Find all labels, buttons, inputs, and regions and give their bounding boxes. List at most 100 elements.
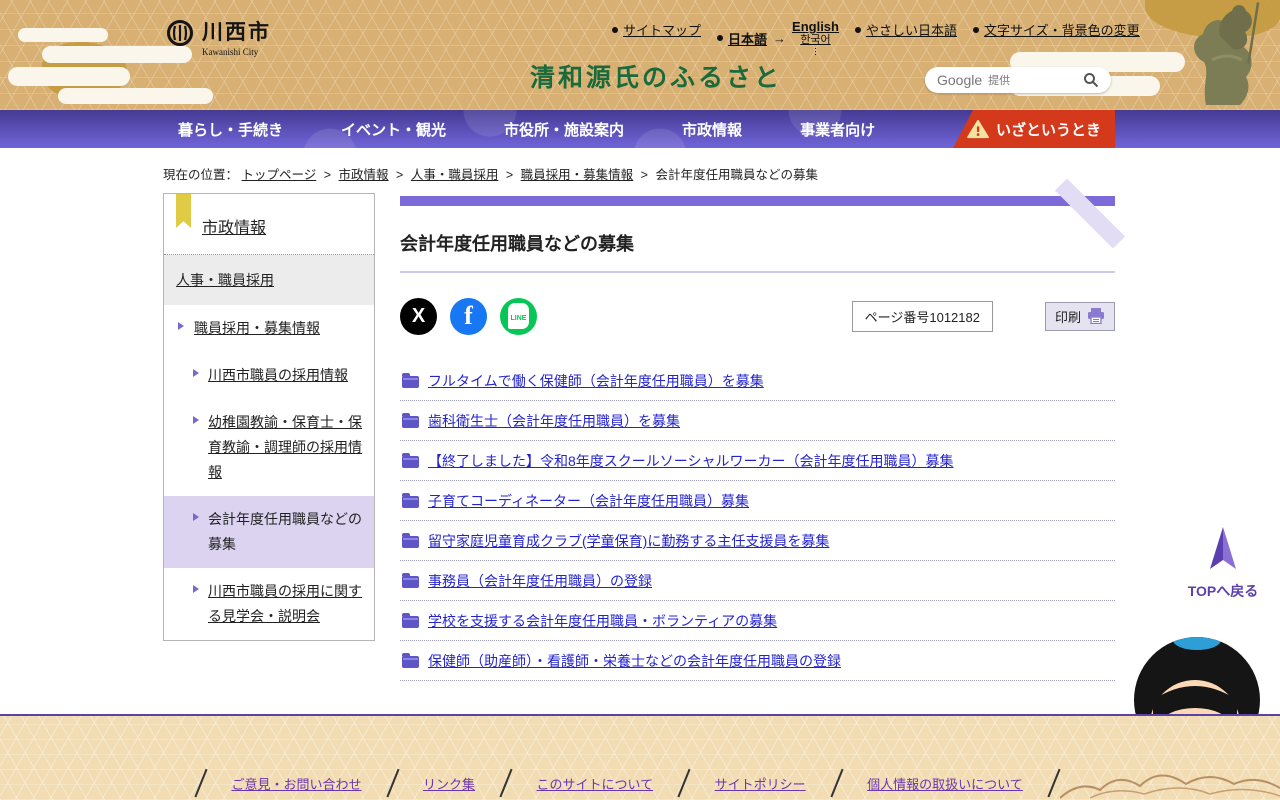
recruitment-link[interactable]: 子育てコーディネーター（会計年度任用職員）募集 — [428, 491, 749, 511]
language-selector[interactable]: 日本語 → English 한국어 — [717, 19, 839, 57]
site-name: 川西市 — [202, 21, 271, 44]
recruitment-link[interactable]: 留守家庭児童育成クラブ(学童保育)に勤務する主任支援員を募集 — [428, 531, 829, 551]
mountain-sketch-decoration — [1060, 774, 1280, 799]
sidebar: 市政情報 人事・職員採用 職員採用・募集情報 川西市職員の採用情報 幼稚園教諭・… — [163, 193, 375, 641]
search-provider-label: Google — [937, 72, 983, 88]
triangle-icon — [193, 369, 199, 377]
list-item: 【終了しました】令和8年度スクールソーシャルワーカー（会計年度任用職員）募集 — [400, 441, 1115, 481]
easy-japanese-link[interactable]: やさしい日本語 — [854, 20, 957, 39]
print-label: 印刷 — [1054, 309, 1081, 325]
recruitment-link[interactable]: フルタイムで働く保健師（会計年度任用職員）を募集 — [428, 371, 764, 391]
footer-link-contact[interactable]: ご意見・お問い合わせ — [232, 774, 362, 793]
slash-divider — [677, 768, 691, 798]
breadcrumb-current: 会計年度任用職員などの募集 — [655, 168, 818, 182]
sidebar-item-saiyo-joho[interactable]: 川西市職員の採用情報 — [164, 352, 374, 399]
recruitment-link[interactable]: 【終了しました】令和8年度スクールソーシャルワーカー（会計年度任用職員）募集 — [428, 451, 954, 471]
footer-link-about[interactable]: このサイトについて — [537, 774, 654, 793]
bullet-icon — [717, 35, 724, 42]
recruitment-link[interactable]: 保健師（助産師）・看護師・栄養士などの会計年度任用職員の登録 — [428, 651, 841, 671]
footer-link-privacy[interactable]: 個人情報の取扱いについて — [867, 774, 1023, 793]
list-item: 事務員（会計年度任用職員）の登録 — [400, 561, 1115, 601]
sidebar-item-kengakukai[interactable]: 川西市職員の採用に関する見学会・説明会 — [164, 568, 374, 640]
nav-item-jigyosha[interactable]: 事業者向け — [800, 119, 875, 140]
list-item: 子育てコーディネーター（会計年度任用職員）募集 — [400, 481, 1115, 521]
cloud-decoration — [8, 67, 130, 86]
sitemap-link[interactable]: サイトマップ — [612, 20, 701, 39]
line-icon: LINE — [507, 303, 530, 329]
folder-icon — [402, 572, 419, 588]
search-provided-label: 提供 — [988, 75, 1011, 87]
folder-icon — [402, 492, 419, 508]
footer-link-links[interactable]: リンク集 — [423, 774, 475, 793]
cloud-decoration — [18, 28, 108, 42]
folder-icon — [402, 372, 419, 388]
sidebar-parent-link[interactable]: 人事・職員採用 — [176, 272, 274, 288]
recruitment-link[interactable]: 学校を支援する会計年度任用職員・ボランティアの募集 — [428, 611, 777, 631]
triangle-icon — [193, 513, 199, 521]
text-size-link[interactable]: 文字サイズ・背景色の変更 — [973, 20, 1140, 39]
breadcrumb-link-jinji[interactable]: 人事・職員採用 — [411, 168, 499, 182]
facebook-icon: f — [464, 301, 473, 330]
bullet-icon — [973, 26, 979, 33]
sidebar-header: 市政情報 — [164, 194, 374, 255]
breadcrumb-link-saiyo[interactable]: 職員採用・募集情報 — [521, 168, 634, 182]
footer-link-policy[interactable]: サイトポリシー — [715, 774, 806, 793]
bookmark-ribbon-icon — [176, 194, 191, 228]
x-icon: X — [411, 304, 426, 327]
emergency-label: いざというとき — [995, 121, 1101, 139]
search-icon[interactable] — [1083, 72, 1099, 88]
sidebar-item-yochien[interactable]: 幼稚園教諭・保育士・保育教諭・調理師の採用情報 — [164, 399, 374, 496]
site-logo[interactable]: 川西市 Kawanishi City — [166, 16, 271, 57]
list-item: 歯科衛生士（会計年度任用職員）を募集 — [400, 401, 1115, 441]
emergency-button[interactable]: いざというとき — [953, 110, 1115, 148]
sidebar-item-kaikei-current[interactable]: 会計年度任用職員などの募集 — [164, 496, 374, 568]
slash-divider — [194, 768, 208, 798]
recruitment-link[interactable]: 事務員（会計年度任用職員）の登録 — [428, 571, 652, 591]
samurai-statue-image — [1194, 2, 1260, 105]
text-size-label[interactable]: 文字サイズ・背景色の変更 — [984, 20, 1140, 39]
language-english[interactable]: English — [792, 19, 839, 34]
triangle-icon — [178, 322, 184, 330]
nav-item-event[interactable]: イベント・観光 — [341, 119, 446, 140]
line-share-button[interactable]: LINE — [500, 297, 537, 335]
language-current[interactable]: 日本語 — [728, 29, 767, 48]
slash-divider — [830, 768, 843, 798]
x-share-button[interactable]: X — [400, 297, 437, 335]
recruitment-link[interactable]: 歯科衛生士（会計年度任用職員）を募集 — [428, 411, 680, 431]
page-number-badge: ページ番号1012182 — [851, 300, 993, 332]
site-header: 川西市 Kawanishi City 清和源氏のふるさと サイトマップ 日本語 … — [0, 0, 1280, 110]
page: 川西市 Kawanishi City 清和源氏のふるさと サイトマップ 日本語 … — [0, 0, 1280, 800]
nav-item-kurashi[interactable]: 暮らし・手続き — [178, 119, 283, 140]
list-item: 留守家庭児童育成クラブ(学童保育)に勤務する主任支援員を募集 — [400, 521, 1115, 561]
language-more-icon — [815, 48, 816, 57]
footer-links: ご意見・お問い合わせ リンク集 このサイトについて サイトポリシー 個人情報の取… — [170, 768, 1084, 798]
back-to-top-button[interactable]: TOPへ戻る — [1184, 527, 1262, 601]
sidebar-parent-category[interactable]: 人事・職員採用 — [164, 255, 374, 305]
folder-icon — [402, 412, 419, 428]
bullet-icon — [612, 26, 618, 33]
nav-item-shiyakusho[interactable]: 市役所・施設案内 — [504, 119, 624, 140]
utility-links: サイトマップ 日本語 → English 한국어 やさしい日本語 文字サイズ・背… — [612, 19, 1140, 57]
slash-divider — [385, 768, 399, 798]
sidebar-title-link[interactable]: 市政情報 — [202, 220, 266, 237]
main-navigation: 暮らし・手続き イベント・観光 市役所・施設案内 市政情報 事業者向け いざとい… — [0, 110, 1280, 148]
breadcrumb: 現在の位置： トップページ > 市政情報 > 人事・職員採用 > 職員採用・募集… — [163, 168, 818, 182]
triangle-icon — [193, 416, 199, 424]
folder-icon — [402, 652, 419, 668]
breadcrumb-link-shisei[interactable]: 市政情報 — [339, 168, 389, 182]
nav-item-shisei[interactable]: 市政情報 — [682, 119, 742, 140]
slash-divider — [499, 768, 513, 798]
language-korean[interactable]: 한국어 — [800, 34, 830, 46]
sitemap-link-label[interactable]: サイトマップ — [623, 20, 701, 39]
site-search-input[interactable]: Google 提供 — [925, 67, 1111, 93]
cloud-decoration — [58, 88, 213, 104]
print-button[interactable]: 印刷 — [1044, 301, 1115, 331]
page-title: 会計年度任用職員などの募集 — [400, 230, 1115, 273]
list-item: フルタイムで働く保健師（会計年度任用職員）を募集 — [400, 361, 1115, 401]
facebook-share-button[interactable]: f — [450, 297, 487, 335]
breadcrumb-link-home[interactable]: トップページ — [242, 168, 317, 182]
city-emblem-icon — [167, 20, 193, 46]
sidebar-item-boshu-joho[interactable]: 職員採用・募集情報 — [164, 305, 374, 352]
easy-japanese-label[interactable]: やさしい日本語 — [866, 20, 957, 39]
printer-icon — [1088, 308, 1104, 324]
